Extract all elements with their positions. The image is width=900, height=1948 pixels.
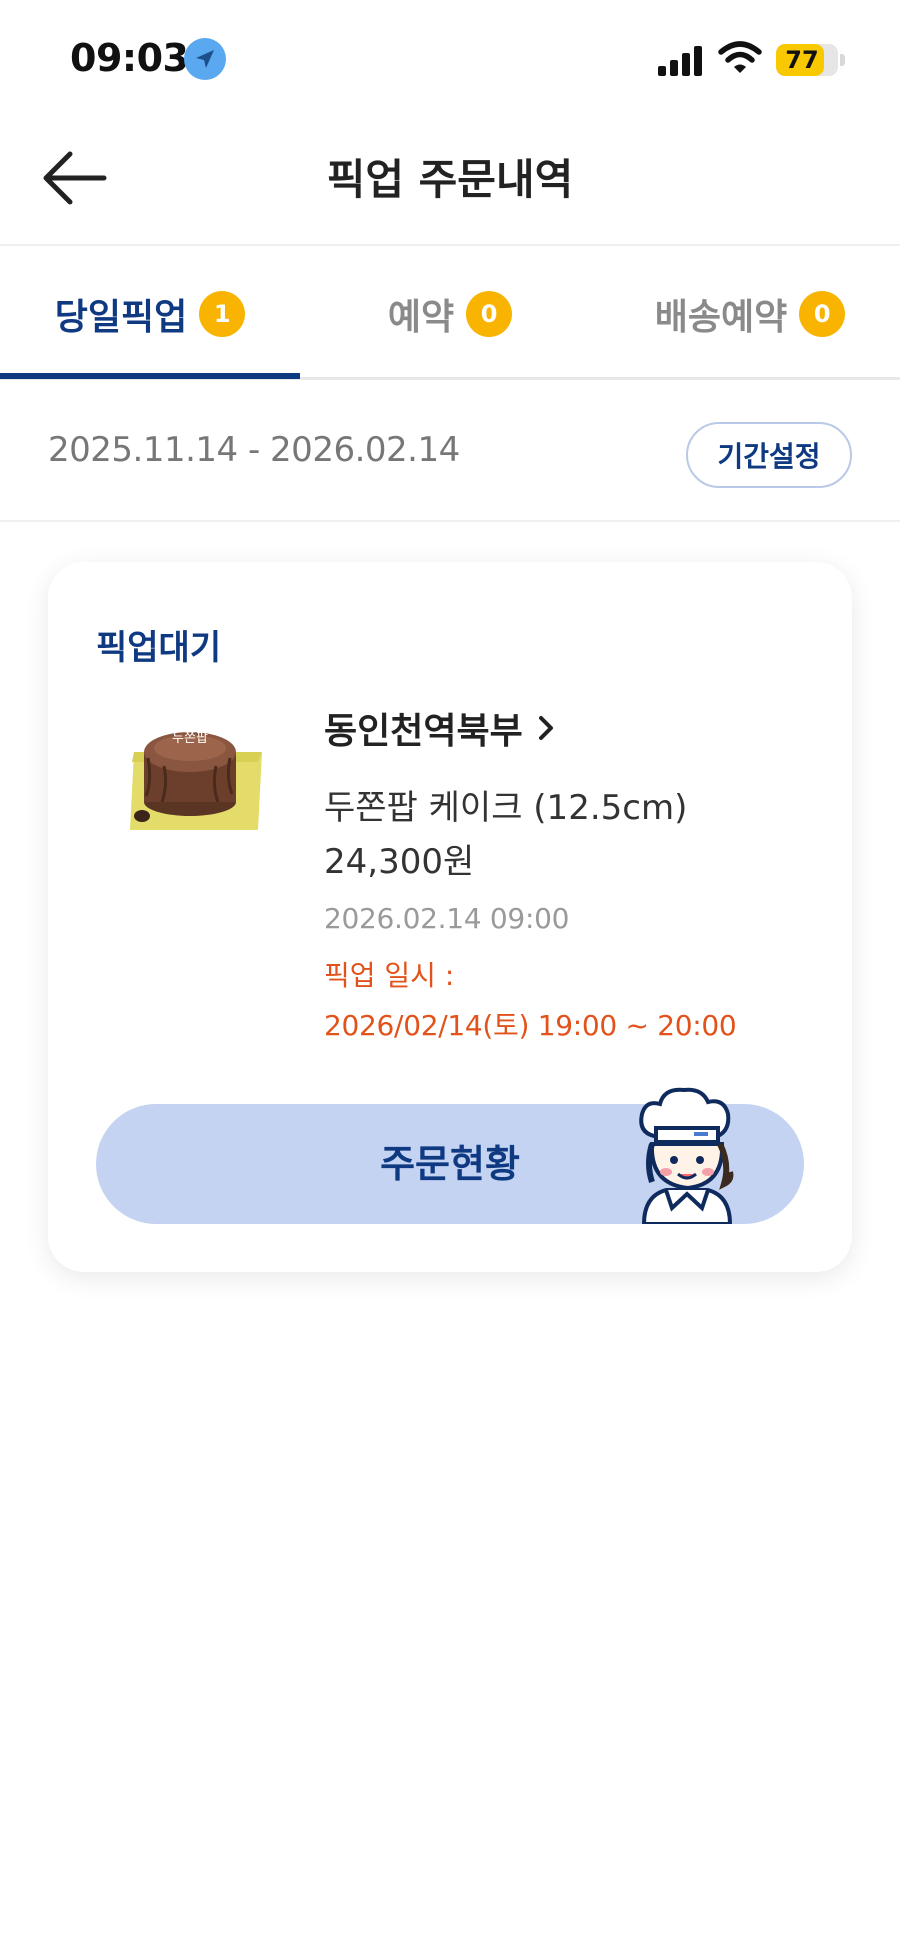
battery-level: 77	[785, 46, 819, 74]
battery-icon: 77	[776, 44, 838, 76]
date-filter: 2025.11.14 - 2026.02.14 기간설정	[0, 380, 900, 522]
tab-count-badge: 0	[799, 291, 846, 337]
tab-label: 배송예약	[654, 297, 788, 338]
date-range: 2025.11.14 - 2026.02.14	[48, 430, 460, 470]
tab-label: 예약	[387, 297, 455, 338]
order-datetime: 2026.02.14 09:00	[324, 902, 570, 935]
wifi-icon	[718, 40, 762, 76]
cellular-signal-icon	[658, 44, 704, 76]
status-bar: 09:03 77	[0, 0, 900, 110]
battery-cap	[840, 54, 845, 66]
chef-mascot-icon	[639, 1087, 734, 1224]
page-title: 픽업 주문내역	[326, 155, 574, 204]
status-time: 09:03	[70, 36, 189, 80]
store-name: 동인천역북부	[324, 711, 523, 752]
order-status: 픽업대기	[96, 628, 222, 668]
store-link[interactable]: 동인천역북부	[324, 702, 555, 754]
product-image[interactable]: 두쫀팝	[112, 712, 272, 842]
order-status-button[interactable]: 주문현황	[96, 1087, 804, 1224]
cake-label: 두쫀팝	[172, 731, 208, 746]
period-setting-button[interactable]: 기간설정	[686, 422, 852, 488]
pickup-time: 2026/02/14(토) 19:00 ~ 20:00	[324, 1009, 737, 1042]
tab-count-badge: 1	[199, 291, 246, 337]
order-type-tabs: 당일픽업 1 예약 0 배송예약 0	[0, 248, 900, 380]
tab-same-day-pickup[interactable]: 당일픽업 1	[0, 248, 300, 380]
page-header: 픽업 주문내역	[0, 110, 900, 246]
tab-reservation[interactable]: 예약 0	[300, 248, 600, 380]
tab-count-badge: 0	[466, 291, 513, 337]
tab-delivery-reservation[interactable]: 배송예약 0	[600, 248, 900, 380]
product-name: 두쫀팝 케이크 (12.5cm)	[324, 788, 688, 828]
location-arrow-icon	[184, 38, 226, 80]
active-tab-indicator	[0, 373, 300, 379]
tab-label: 당일픽업	[54, 297, 188, 338]
product-price: 24,300원	[324, 842, 475, 882]
order-card: 픽업대기 두쫀팝 동인천역북부 두쫀팝 케이크 (12.5cm) 24,300원…	[48, 562, 852, 1272]
pickup-label: 픽업 일시 :	[324, 959, 455, 992]
chevron-right-icon	[538, 716, 553, 740]
